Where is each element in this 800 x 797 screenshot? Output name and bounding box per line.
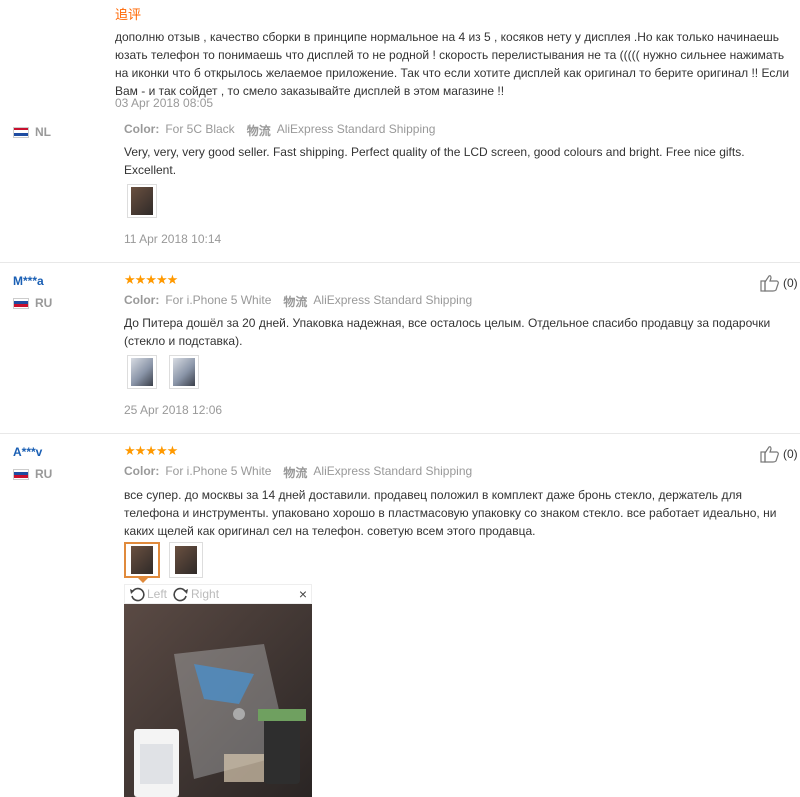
- helpful-button[interactable]: (0): [760, 274, 798, 292]
- color-value: For i.Phone 5 White: [165, 293, 272, 307]
- color-label: Color:: [124, 464, 160, 478]
- followup-tag: 追评: [115, 7, 142, 22]
- rotate-right-label: Right: [191, 587, 220, 601]
- review-photo-thumbnail[interactable]: [169, 355, 199, 389]
- followup-date: 03 Apr 2018 08:05: [115, 96, 214, 110]
- country-code: NL: [35, 125, 51, 139]
- russia-flag-icon: [13, 297, 29, 309]
- followup-text: дополню отзыв , качество сборки в принци…: [115, 30, 790, 98]
- color-label: Color:: [124, 122, 160, 136]
- review-photo-thumbnail-selected[interactable]: [124, 542, 160, 578]
- review-date: 11 Apr 2018 10:14: [124, 232, 222, 246]
- review-date: 25 Apr 2018 12:06: [124, 403, 223, 417]
- rotate-left-label: Left: [147, 587, 168, 601]
- rotate-left-icon: [130, 587, 145, 602]
- order-info: Color: For 5C Black 物流 AliExpress Standa…: [124, 122, 435, 139]
- thumbs-up-icon: [760, 446, 779, 463]
- review-divider: [0, 262, 800, 263]
- country-code: RU: [35, 296, 53, 310]
- russia-flag-icon: [13, 468, 29, 480]
- shipping-label: 物流: [283, 295, 308, 309]
- country-code: RU: [35, 467, 53, 481]
- review-text: Very, very, very good seller. Fast shipp…: [124, 145, 745, 177]
- reviewer-name: M***a: [13, 274, 44, 288]
- rotate-right-icon: [173, 587, 189, 602]
- image-viewer-toolbar: Left Right ×: [124, 584, 312, 604]
- reviewer-name: A***v: [13, 445, 43, 459]
- package-photo: [124, 604, 312, 797]
- country-ru: RU: [13, 467, 52, 481]
- review-text: все супер. до москвы за 14 дней доставил…: [124, 488, 777, 538]
- shipping-label: 物流: [283, 466, 308, 480]
- review-photo-thumbnail[interactable]: [169, 542, 203, 578]
- order-info: Color: For i.Phone 5 White 物流 AliExpress…: [124, 464, 472, 481]
- shipping-value: AliExpress Standard Shipping: [276, 122, 436, 136]
- close-icon[interactable]: ×: [299, 586, 307, 602]
- review-divider: [0, 433, 800, 434]
- rotate-right-button[interactable]: Right: [173, 586, 219, 602]
- shipping-label: 物流: [246, 124, 271, 138]
- netherlands-flag-icon: [13, 126, 29, 138]
- rotate-left-button[interactable]: Left: [129, 586, 167, 602]
- shipping-value: AliExpress Standard Shipping: [313, 464, 473, 478]
- review-photo-thumbnail[interactable]: [127, 184, 157, 218]
- color-value: For i.Phone 5 White: [165, 464, 272, 478]
- helpful-count: (0): [783, 447, 798, 461]
- country-nl: NL: [13, 125, 51, 139]
- star-rating: ★★★★★: [124, 443, 178, 458]
- selected-photo-arrow: [137, 577, 149, 583]
- color-label: Color:: [124, 293, 160, 307]
- enlarged-review-photo: [124, 604, 312, 797]
- star-rating: ★★★★★: [124, 272, 178, 287]
- shipping-value: AliExpress Standard Shipping: [313, 293, 473, 307]
- order-info: Color: For i.Phone 5 White 物流 AliExpress…: [124, 293, 472, 310]
- helpful-button[interactable]: (0): [760, 445, 798, 463]
- review-text: До Питера дошёл за 20 дней. Упаковка над…: [124, 316, 771, 348]
- color-value: For 5C Black: [165, 122, 235, 136]
- review-photo-thumbnail[interactable]: [127, 355, 157, 389]
- thumbs-up-icon: [760, 275, 779, 292]
- helpful-count: (0): [783, 276, 798, 290]
- country-ru: RU: [13, 296, 52, 310]
